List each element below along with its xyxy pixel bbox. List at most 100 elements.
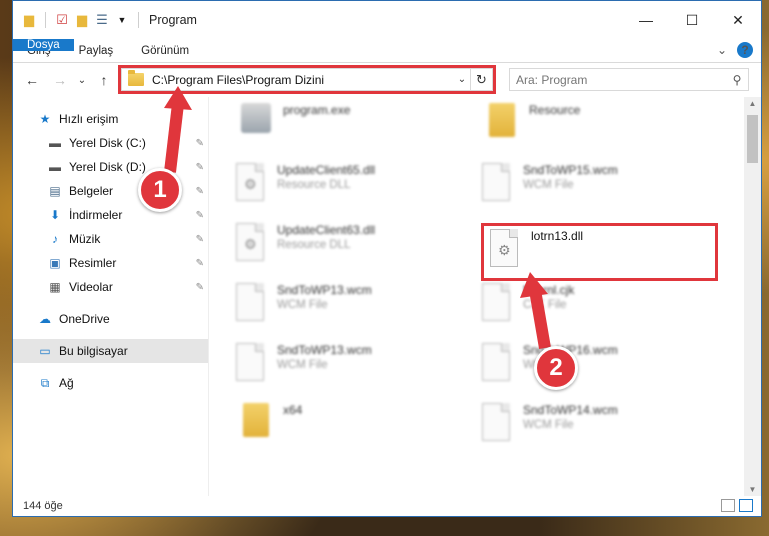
file-type: Resource DLL bbox=[277, 239, 351, 251]
search-input[interactable] bbox=[516, 72, 726, 87]
address-path[interactable]: C:\Program Files\Program Dizini bbox=[152, 73, 454, 87]
divider bbox=[138, 12, 139, 28]
computer-icon: ▭ bbox=[39, 344, 51, 358]
file-type: Resource DLL bbox=[277, 179, 351, 191]
file-explorer-window: ▆ ☑ ▆ ☰ ▼ Program — ☐ ✕ Dosya Giriş Payl… bbox=[12, 0, 762, 517]
help-icon[interactable]: ? bbox=[737, 42, 753, 58]
vertical-scrollbar[interactable]: ▲ ▼ bbox=[744, 97, 761, 496]
expand-ribbon-icon[interactable]: ⌄ bbox=[717, 43, 727, 57]
folder-icon bbox=[489, 103, 515, 137]
customize-toolbar-icon[interactable]: ☰ bbox=[94, 12, 110, 28]
search-icon[interactable]: ⚲ bbox=[726, 73, 748, 87]
back-button[interactable]: ← bbox=[21, 72, 43, 88]
file-item[interactable]: SndToWP15.wcm WCM File bbox=[479, 163, 618, 203]
details-view-icon[interactable] bbox=[721, 499, 735, 512]
refresh-button[interactable]: ↻ bbox=[470, 69, 492, 90]
sidebar-item-this-pc[interactable]: ▭ Bu bilgisayar bbox=[13, 339, 208, 363]
file-item[interactable]: SndToWP13.wcm WCM File bbox=[233, 343, 372, 383]
file-name: UpdateClient63.dll bbox=[277, 223, 376, 237]
file-icon bbox=[236, 283, 264, 321]
sidebar-item-local-disk-c[interactable]: ▬ Yerel Disk (C:) ✎ bbox=[13, 131, 208, 155]
file-name: SndToWP13.wcm bbox=[277, 283, 372, 297]
file-list: program.exe Resource ⚙ UpdateClient65.dl… bbox=[209, 97, 761, 496]
file-item[interactable]: Mmrnl.cjk CJK File bbox=[479, 283, 574, 323]
forward-button[interactable]: → bbox=[49, 72, 71, 88]
dll-icon: ⚙ bbox=[490, 229, 518, 267]
minimize-button[interactable]: — bbox=[623, 1, 669, 39]
file-item[interactable]: ⚙ UpdateClient63.dll Resource DLL bbox=[233, 223, 375, 263]
chevron-down-icon[interactable]: ⌄ bbox=[454, 74, 470, 85]
music-icon: ♪ bbox=[52, 232, 58, 246]
callout-badge-2: 2 bbox=[534, 346, 578, 390]
sidebar-item-onedrive[interactable]: ☁ OneDrive bbox=[13, 307, 208, 331]
pictures-icon: ▣ bbox=[49, 256, 61, 270]
pin-icon[interactable]: ✎ bbox=[196, 162, 204, 173]
recent-locations-button[interactable]: ⌄ bbox=[71, 75, 93, 86]
file-item[interactable]: ⚙ UpdateClient65.dll Resource DLL bbox=[233, 163, 375, 203]
sidebar-item-quick-access[interactable]: ★ Hızlı erişim bbox=[13, 107, 208, 131]
file-icon bbox=[482, 163, 510, 201]
file-name: SndToWP14.wcm bbox=[523, 403, 618, 417]
view-buttons bbox=[721, 499, 753, 512]
close-button[interactable]: ✕ bbox=[715, 1, 761, 39]
tab-file[interactable]: Dosya bbox=[13, 39, 74, 51]
sidebar-item-local-disk-d[interactable]: ▬ Yerel Disk (D:) ✎ bbox=[13, 155, 208, 179]
pin-icon[interactable]: ✎ bbox=[196, 138, 204, 149]
folder-item[interactable]: Resource bbox=[485, 103, 580, 143]
file-name: UpdateClient65.dll bbox=[277, 163, 376, 177]
file-icon bbox=[482, 343, 510, 381]
file-name: Resource bbox=[529, 103, 581, 117]
folder-icon: ▆ bbox=[24, 12, 34, 27]
sidebar-item-music[interactable]: ♪ Müzik ✎ bbox=[13, 227, 208, 251]
folder-icon bbox=[243, 403, 269, 437]
maximize-button[interactable]: ☐ bbox=[669, 1, 715, 39]
pin-icon[interactable]: ✎ bbox=[196, 234, 204, 245]
file-type: WCM File bbox=[523, 179, 574, 191]
new-folder-icon[interactable]: ▆ bbox=[74, 12, 90, 28]
scroll-down-icon[interactable]: ▼ bbox=[744, 485, 761, 494]
tab-share[interactable]: Paylaş bbox=[65, 39, 128, 62]
sidebar-item-label: OneDrive bbox=[59, 312, 110, 326]
sidebar-item-videos[interactable]: ▦ Videolar ✎ bbox=[13, 275, 208, 299]
tiles-view-icon[interactable] bbox=[739, 499, 753, 512]
sidebar-item-label: Yerel Disk (C:) bbox=[69, 136, 146, 150]
title-bar: ▆ ☑ ▆ ☰ ▼ Program — ☐ ✕ bbox=[13, 1, 761, 39]
sidebar-item-network[interactable]: ⧉ Ağ bbox=[13, 371, 208, 395]
file-item[interactable]: program.exe bbox=[239, 103, 350, 143]
file-name: x64 bbox=[283, 403, 303, 417]
pin-icon[interactable]: ✎ bbox=[196, 282, 204, 293]
file-type: CJK File bbox=[523, 299, 567, 311]
sidebar-item-pictures[interactable]: ▣ Resimler ✎ bbox=[13, 251, 208, 275]
folder-item[interactable]: x64 bbox=[239, 403, 302, 443]
scroll-up-icon[interactable]: ▲ bbox=[744, 99, 761, 108]
exe-icon bbox=[241, 103, 271, 133]
divider bbox=[45, 12, 46, 28]
status-bar: 144 öğe bbox=[13, 496, 761, 516]
file-item[interactable]: SndToWP14.wcm WCM File bbox=[479, 403, 618, 443]
search-box[interactable]: ⚲ bbox=[509, 68, 749, 91]
sidebar-item-downloads[interactable]: ⬇ İndirmeler ✎ bbox=[13, 203, 208, 227]
properties-icon[interactable]: ☑ bbox=[54, 12, 70, 28]
scroll-thumb[interactable] bbox=[747, 115, 758, 163]
up-button[interactable]: ↑ bbox=[93, 72, 115, 88]
tab-view[interactable]: Görünüm bbox=[127, 39, 203, 62]
cloud-icon: ☁ bbox=[39, 312, 51, 326]
pin-icon[interactable]: ✎ bbox=[196, 210, 204, 221]
video-icon: ▦ bbox=[49, 280, 61, 294]
address-bar[interactable]: C:\Program Files\Program Dizini ⌄ ↻ bbox=[121, 68, 493, 91]
sidebar-item-label: Hızlı erişim bbox=[59, 112, 119, 126]
file-item[interactable]: SndToWP13.wcm WCM File bbox=[233, 283, 372, 323]
folder-icon bbox=[128, 70, 144, 86]
pin-icon[interactable]: ✎ bbox=[196, 186, 204, 197]
file-name: SndToWP13.wcm bbox=[277, 343, 372, 357]
ribbon-right-controls: ⌄ ? bbox=[717, 42, 753, 58]
chevron-down-icon[interactable]: ▼ bbox=[114, 12, 130, 28]
file-icon bbox=[236, 343, 264, 381]
sidebar-item-label: Ağ bbox=[59, 376, 74, 390]
highlighted-file-item[interactable]: ⚙ lotrn13.dll bbox=[487, 229, 583, 269]
pin-icon[interactable]: ✎ bbox=[196, 258, 204, 269]
file-name: program.exe bbox=[283, 103, 351, 117]
star-icon: ★ bbox=[39, 112, 51, 126]
